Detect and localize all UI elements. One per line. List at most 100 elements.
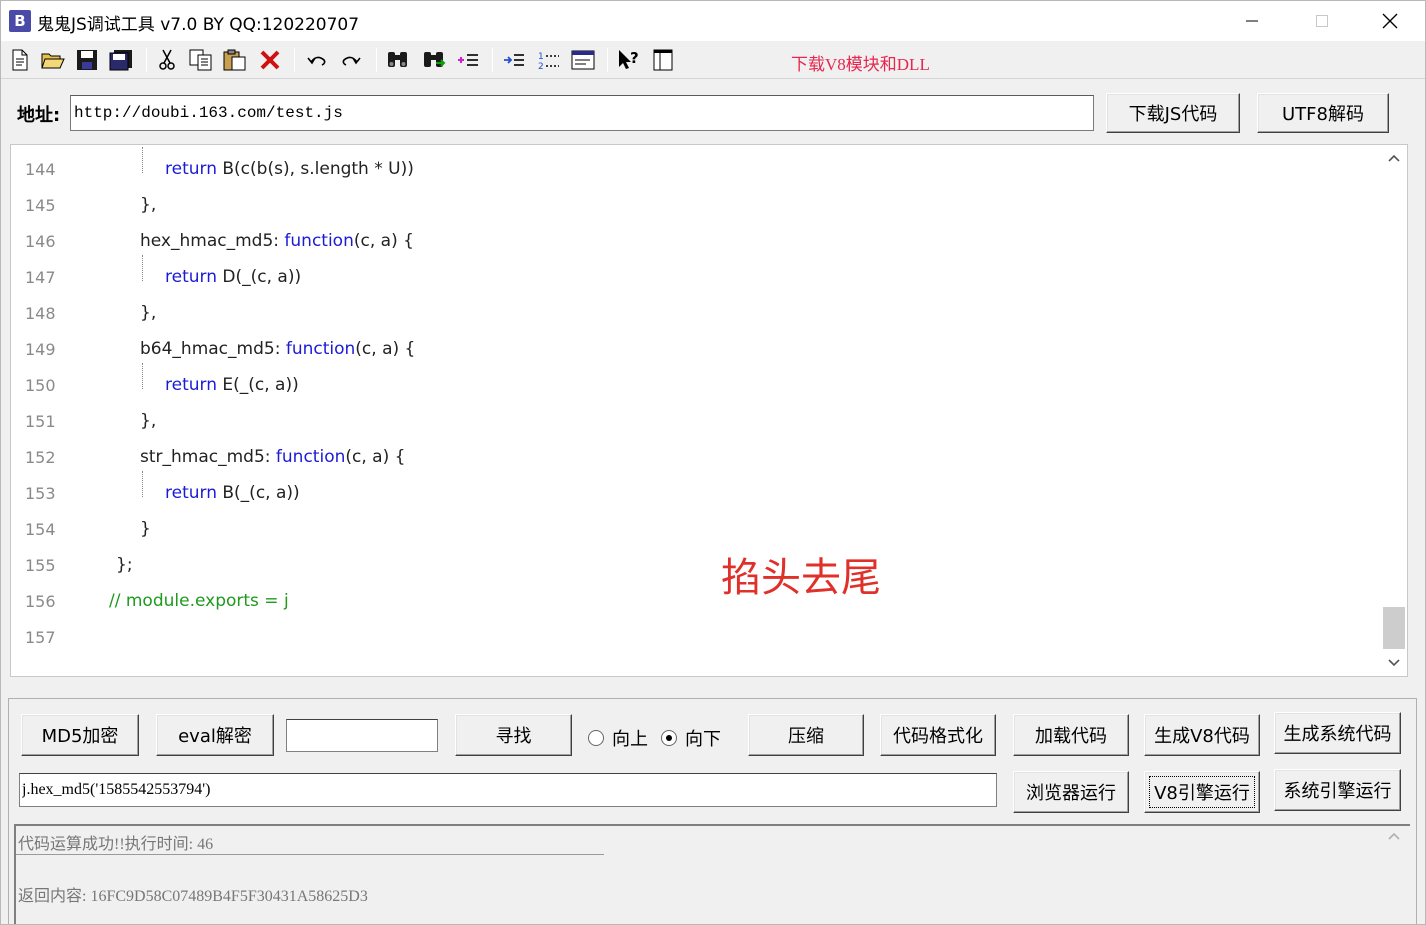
system-engine-run-button[interactable]: 系统引擎运行 xyxy=(1274,769,1401,811)
generate-v8-code-button[interactable]: 生成V8代码 xyxy=(1144,714,1260,756)
v8-engine-run-button[interactable]: V8引擎运行 xyxy=(1144,771,1260,813)
line-number: 149 xyxy=(25,340,56,359)
help-pointer-icon: ? xyxy=(619,49,639,69)
delete-button[interactable] xyxy=(256,46,284,74)
scroll-thumb[interactable] xyxy=(1383,607,1405,649)
radio-up-circle[interactable] xyxy=(588,730,604,746)
new-file-button[interactable] xyxy=(6,46,34,74)
expression-input[interactable] xyxy=(19,773,997,807)
redo-button[interactable] xyxy=(337,46,365,74)
panel-button[interactable] xyxy=(649,46,677,74)
code-comment: // module.exports = j xyxy=(109,591,289,611)
code-text: }, xyxy=(140,411,157,431)
maximize-icon xyxy=(1316,15,1328,27)
maximize-button[interactable] xyxy=(1293,1,1351,41)
chevron-down-icon xyxy=(1388,659,1400,667)
indent-button[interactable] xyxy=(500,46,528,74)
code-keyword: return xyxy=(165,267,217,287)
format-code-button[interactable]: 代码格式化 xyxy=(880,714,996,756)
undo-icon xyxy=(307,56,326,66)
find-button[interactable] xyxy=(384,46,412,74)
new-file-icon xyxy=(12,49,28,71)
scroll-up-button[interactable] xyxy=(1385,149,1403,167)
radio-up[interactable]: 向上 xyxy=(588,725,648,751)
title-bar: B 鬼鬼JS调试工具 v7.0 BY QQ:120220707 xyxy=(1,1,1425,41)
download-js-button[interactable]: 下载JS代码 xyxy=(1106,93,1240,133)
help-button[interactable]: ? xyxy=(615,46,643,74)
code-text: B(_(c, a)) xyxy=(216,483,300,503)
window-icon xyxy=(571,50,595,70)
code-text: (c, a) { xyxy=(355,339,416,359)
chevron-up-icon xyxy=(1388,154,1400,162)
copy-button[interactable] xyxy=(187,46,215,74)
utf8-decode-button[interactable]: UTF8解码 xyxy=(1257,93,1389,133)
window-button[interactable] xyxy=(569,46,597,74)
line-number: 147 xyxy=(25,268,56,287)
close-button[interactable] xyxy=(1361,1,1419,41)
line-number: 146 xyxy=(25,232,56,251)
open-folder-icon xyxy=(41,53,65,69)
compress-button[interactable]: 压缩 xyxy=(748,714,864,756)
code-keyword: function xyxy=(284,231,354,251)
close-icon xyxy=(1382,13,1398,29)
cut-icon xyxy=(159,49,175,70)
find-text-button[interactable]: 寻找 xyxy=(455,714,572,756)
md5-encrypt-button[interactable]: MD5加密 xyxy=(21,714,139,756)
open-folder-button[interactable] xyxy=(39,46,67,74)
indent-guide xyxy=(142,471,143,497)
toolbar-separator xyxy=(492,48,493,72)
code-text: (c, a) { xyxy=(353,231,414,251)
code-line: }, xyxy=(140,411,156,431)
find-input[interactable] xyxy=(286,719,438,752)
radio-down-circle[interactable] xyxy=(661,730,677,746)
numbered-list-icon: 12 xyxy=(538,52,559,71)
indent-guide xyxy=(142,147,143,173)
delete-icon xyxy=(260,50,280,70)
minimize-icon xyxy=(1246,20,1258,22)
load-code-button[interactable]: 加载代码 xyxy=(1013,714,1129,756)
find-next-button[interactable] xyxy=(420,46,448,74)
line-number: 150 xyxy=(25,376,56,395)
address-input[interactable] xyxy=(70,95,1094,131)
save-icon xyxy=(77,50,97,70)
save-button[interactable] xyxy=(73,46,101,74)
radio-down[interactable]: 向下 xyxy=(661,725,721,751)
output-area[interactable]: 代码运算成功!!执行时间: 46 返回内容: 16FC9D58C07489B4F… xyxy=(14,824,1410,924)
output-result: 返回内容: 16FC9D58C07489B4F5F30431A58625D3 xyxy=(18,888,368,905)
save-all-button[interactable] xyxy=(107,46,135,74)
cut-button[interactable] xyxy=(153,46,181,74)
code-line: } xyxy=(140,519,151,539)
line-number: 153 xyxy=(25,484,56,503)
undo-button[interactable] xyxy=(303,46,331,74)
radio-down-label: 向下 xyxy=(685,729,721,750)
eval-decrypt-button[interactable]: eval解密 xyxy=(156,714,274,756)
scroll-down-button[interactable] xyxy=(1385,654,1403,672)
browser-run-button[interactable]: 浏览器运行 xyxy=(1013,771,1129,813)
code-text: str_hmac_md5: xyxy=(140,447,276,467)
toolbar-separator xyxy=(376,48,377,72)
panel-icon xyxy=(653,49,673,71)
window-title: 鬼鬼JS调试工具 v7.0 BY QQ:120220707 xyxy=(37,15,360,35)
code-line: return B(c(b(s), s.length * U)) xyxy=(165,159,414,179)
generate-system-code-button[interactable]: 生成系统代码 xyxy=(1274,712,1401,754)
minimize-button[interactable] xyxy=(1223,1,1281,41)
app-window: B 鬼鬼JS调试工具 v7.0 BY QQ:120220707 1 2 ? 下载… xyxy=(0,0,1426,925)
code-keyword: return xyxy=(165,375,217,395)
toolbar-separator xyxy=(607,48,608,72)
code-text: D(_(c, a)) xyxy=(216,267,302,287)
toolbar-separator xyxy=(294,48,295,72)
code-line: return B(_(c, a)) xyxy=(165,483,300,503)
numbered-list-button[interactable]: 12 xyxy=(535,46,563,74)
code-line: // module.exports = j xyxy=(109,591,289,611)
code-keyword: function xyxy=(285,339,356,359)
download-v8-link[interactable]: 下载V8模块和DLL xyxy=(791,50,930,75)
code-line: str_hmac_md5: function(c, a) { xyxy=(140,447,405,467)
output-scrollbar[interactable] xyxy=(1379,826,1409,924)
code-text: B(c(b(s), s.length * U)) xyxy=(216,159,414,179)
line-number: 151 xyxy=(25,412,56,431)
list-button[interactable] xyxy=(454,46,482,74)
code-editor[interactable]: 144 145 146 147 148 149 150 151 152 153 … xyxy=(10,144,1408,677)
app-icon: B xyxy=(9,10,31,32)
paste-button[interactable] xyxy=(221,46,249,74)
editor-scrollbar[interactable] xyxy=(1381,145,1407,676)
